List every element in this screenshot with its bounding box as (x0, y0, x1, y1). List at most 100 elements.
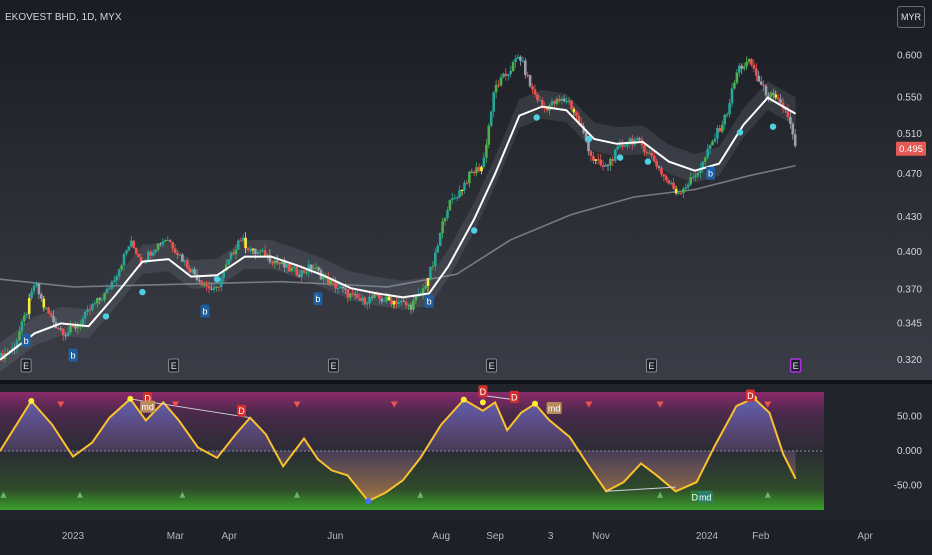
candle-body (533, 89, 537, 95)
b-marker-label: b (427, 297, 432, 307)
candle-body (485, 144, 488, 158)
candle-body (477, 167, 481, 172)
time-tick-label: 2024 (696, 531, 719, 542)
price-tick-label: 0.345 (897, 318, 922, 329)
candle-body (288, 263, 291, 272)
candle-body (125, 250, 128, 254)
candle-body (521, 60, 525, 62)
candle-body (198, 280, 201, 281)
currency-button[interactable]: MYR (897, 6, 925, 28)
e-marker-label: E (489, 361, 495, 371)
candle-body (117, 269, 121, 277)
candle-body (32, 285, 36, 292)
candle-body (105, 288, 109, 293)
candle-body (241, 237, 245, 241)
price-tick-label: 0.600 (897, 51, 922, 62)
candle-body (458, 190, 461, 198)
candle-body (735, 72, 739, 83)
candle-body (290, 267, 294, 272)
candle-body (614, 149, 617, 161)
e-marker-label: E (793, 361, 799, 371)
chart-area[interactable]: b b b b b b E E E E E E 0.600 0.550 0.510 0.470 0.430 0… (0, 0, 932, 550)
candle-body (438, 233, 442, 246)
candle-body (127, 246, 131, 251)
candle-body (762, 84, 765, 86)
candle-body (339, 286, 342, 289)
candle-body (137, 253, 140, 257)
candle-body (227, 259, 230, 265)
candle-body (341, 286, 345, 289)
candle-body (149, 251, 153, 256)
candle-body (334, 281, 337, 289)
candle-body (244, 237, 247, 249)
candle-body (380, 298, 384, 302)
candle-body (110, 281, 114, 289)
candle-body (562, 98, 566, 102)
candle-body (297, 275, 301, 277)
candle-body (487, 125, 491, 145)
candle-body (35, 283, 38, 286)
candle-body (207, 285, 211, 289)
candle-body (261, 250, 264, 252)
candle-body (638, 138, 641, 140)
candle-body (497, 84, 500, 86)
candle-body (480, 166, 483, 172)
candle-body (254, 248, 257, 254)
candle-body (57, 328, 60, 330)
candle-body (18, 331, 21, 341)
candle-body (25, 313, 29, 316)
time-axis-background (0, 520, 932, 550)
candle-body (147, 251, 150, 261)
candle-body (69, 325, 72, 333)
candle-body (232, 252, 235, 255)
signal-label-text: D (511, 392, 518, 402)
candle-body (40, 294, 43, 299)
candle-body (246, 248, 250, 251)
candle-body (560, 98, 564, 101)
candle-body (156, 243, 160, 250)
signal-label-text: D (480, 387, 487, 397)
price-tick-label: 0.470 (897, 169, 922, 180)
candle-body (59, 328, 63, 330)
candle-body (397, 302, 401, 305)
candle-body (412, 300, 415, 310)
candle-body (648, 152, 651, 154)
candle-body (302, 270, 306, 273)
candle-body (273, 260, 277, 264)
candle-body (752, 64, 756, 69)
candle-body (550, 101, 554, 106)
candle-body (120, 265, 123, 270)
candle-body (49, 313, 53, 317)
signal-dot (736, 129, 744, 136)
candle-body (657, 166, 661, 169)
candle-body (494, 84, 498, 93)
candle-body (217, 286, 221, 288)
candle-body (725, 114, 729, 116)
chart-canvas[interactable]: b b b b b b E E E E E E 0.600 0.550 0.510 0.470 0.430 0… (0, 0, 932, 550)
candle-body (708, 145, 712, 149)
candle-body (570, 100, 573, 109)
candle-body (368, 296, 371, 304)
candle-body (475, 167, 478, 174)
candle-body (589, 151, 593, 156)
candle-body (431, 266, 435, 268)
candle-body (74, 326, 77, 329)
candle-body (742, 66, 746, 69)
candle-body (555, 98, 559, 104)
candle-body (66, 332, 70, 336)
candle-body (44, 307, 48, 309)
b-marker-label: b (315, 294, 320, 304)
time-tick-label: Nov (592, 531, 610, 542)
oscillator-peak-dot (127, 395, 134, 402)
candle-body (91, 304, 94, 310)
candle-body (348, 293, 352, 298)
candle-body (759, 81, 763, 85)
signal-label-text: D (692, 492, 699, 502)
candle-body (587, 141, 590, 152)
candle-body (122, 253, 126, 266)
candle-body (275, 260, 279, 263)
candle-body (645, 152, 649, 154)
panel-divider[interactable] (0, 380, 932, 384)
candle-body (404, 301, 408, 306)
candle-body (258, 251, 262, 253)
